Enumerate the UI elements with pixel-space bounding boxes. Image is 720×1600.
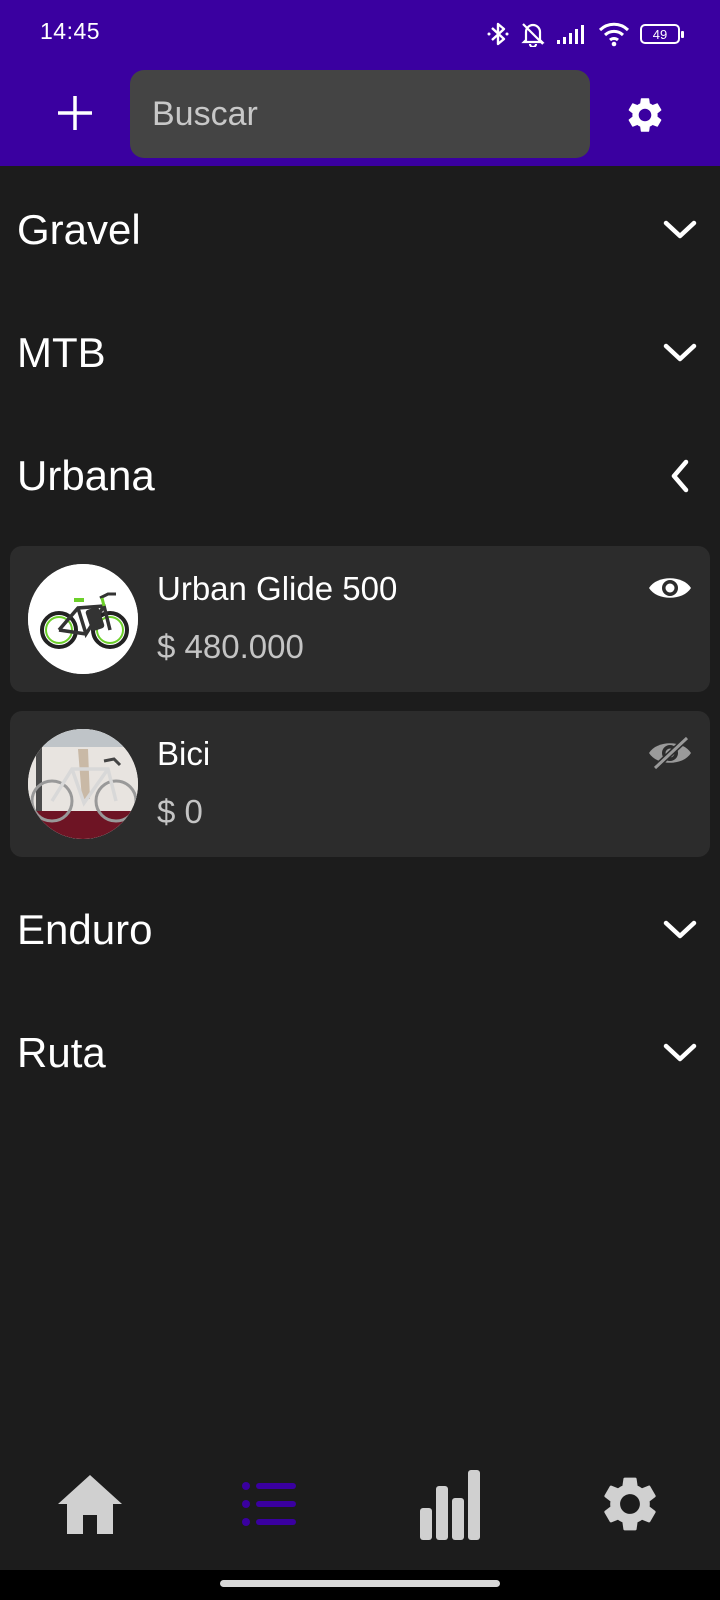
battery-icon: 49 (640, 24, 684, 44)
search-input[interactable] (150, 93, 570, 135)
product-image (28, 564, 138, 674)
product-card[interactable]: Bici $ 0 (10, 711, 710, 857)
settings-button[interactable] (620, 90, 670, 140)
gear-icon (628, 98, 662, 132)
nav-settings[interactable] (585, 1464, 675, 1544)
chevron-left-icon[interactable] (662, 458, 698, 494)
category-ruta[interactable]: Ruta (0, 1013, 720, 1093)
list-icon (242, 1482, 296, 1526)
category-label: Urbana (17, 452, 155, 499)
wifi-icon (598, 21, 630, 47)
eye-icon[interactable] (646, 564, 694, 612)
chevron-down-icon[interactable] (662, 1035, 698, 1071)
add-button[interactable] (50, 88, 100, 138)
nav-home[interactable] (45, 1464, 135, 1544)
product-price: $ 0 (157, 793, 203, 830)
product-card[interactable]: Urban Glide 500 $ 480.000 (10, 546, 710, 692)
category-mtb[interactable]: MTB (0, 313, 720, 393)
nav-list[interactable] (224, 1464, 314, 1544)
product-name: Bici (157, 735, 211, 772)
status-icons: 49 (486, 18, 684, 50)
category-label: Enduro (17, 906, 153, 953)
category-label: MTB (17, 329, 106, 376)
signal-icon (556, 23, 588, 45)
category-enduro[interactable]: Enduro (0, 890, 720, 970)
status-time: 14:45 (40, 18, 101, 44)
eye-off-icon[interactable] (646, 729, 694, 777)
category-gravel[interactable]: Gravel (0, 190, 720, 270)
nav-stats[interactable] (405, 1464, 495, 1544)
bell-off-icon (520, 21, 546, 47)
chevron-down-icon[interactable] (662, 212, 698, 248)
app-bar: 14:45 49 Buscar (0, 0, 720, 166)
search-field[interactable] (130, 70, 590, 158)
bottom-navigation (0, 1440, 720, 1570)
category-urbana[interactable]: Urbana (0, 436, 720, 516)
bar-chart-icon (420, 1470, 480, 1540)
home-gesture-bar[interactable] (220, 1580, 500, 1587)
category-label: Ruta (17, 1029, 106, 1076)
category-label: Gravel (17, 206, 141, 253)
product-price: $ 480.000 (157, 628, 304, 665)
product-name: Urban Glide 500 (157, 570, 398, 607)
plus-icon (58, 96, 92, 130)
product-image (28, 729, 138, 839)
bluetooth-icon (486, 21, 510, 47)
chevron-down-icon[interactable] (662, 912, 698, 948)
chevron-down-icon[interactable] (662, 335, 698, 371)
gear-icon (604, 1477, 656, 1531)
home-icon (58, 1475, 122, 1534)
